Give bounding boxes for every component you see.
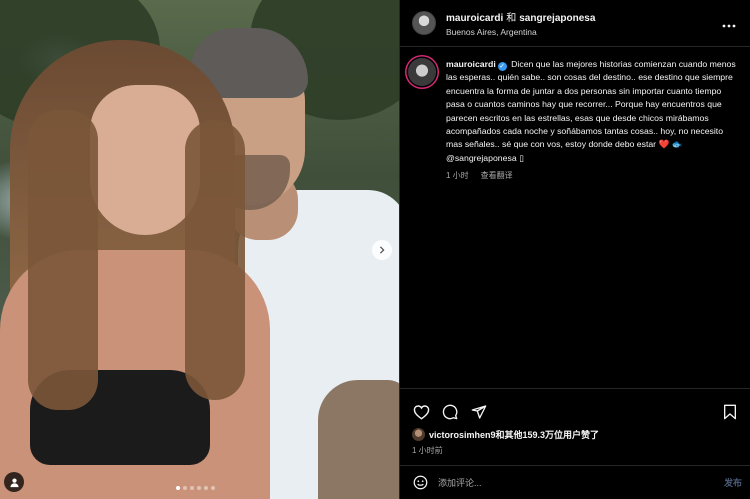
carousel-dot bbox=[204, 486, 208, 490]
post-timestamp[interactable]: 1 小时前 bbox=[412, 445, 443, 456]
verified-badge-icon: ✓ bbox=[497, 62, 507, 71]
collaborator-username[interactable]: sangrejaponesa bbox=[519, 13, 595, 24]
likes-summary[interactable]: victorosimhen9 和其他159.3万位用户赞了 bbox=[412, 428, 599, 441]
post-caption: mauroicardi ✓ Dicen que las mejores histo… bbox=[400, 47, 750, 181]
see-translation-link[interactable]: 查看翻译 bbox=[481, 170, 513, 181]
likes-count-text[interactable]: 和其他159.3万位用户赞了 bbox=[496, 428, 600, 441]
header-names: mauroicardi 和 sangrejaponesa bbox=[446, 9, 722, 24]
user-tag-icon bbox=[9, 478, 19, 487]
post-actions-bar bbox=[400, 388, 750, 424]
photo-woman-hair-strand bbox=[185, 120, 245, 400]
bookmark-icon bbox=[724, 404, 736, 420]
caption-text-block: mauroicardi ✓ Dicen que las mejores histo… bbox=[446, 58, 738, 165]
post-location[interactable]: Buenos Aires, Argentina bbox=[446, 27, 722, 37]
caption-time: 1 小时 bbox=[446, 171, 469, 181]
like-button[interactable] bbox=[412, 403, 430, 421]
carousel-dot bbox=[197, 486, 201, 490]
photo-man-arm bbox=[318, 380, 399, 499]
caption-avatar[interactable] bbox=[408, 58, 436, 86]
chevron-right-icon bbox=[379, 246, 385, 254]
photo-woman-hair-strand bbox=[28, 110, 98, 410]
share-icon bbox=[471, 405, 487, 419]
photo-woman-face bbox=[90, 85, 200, 235]
caption-mention-suffix: ▯ bbox=[516, 152, 524, 163]
more-horizontal-icon bbox=[722, 24, 736, 28]
caption-username[interactable]: mauroicardi bbox=[446, 59, 496, 69]
post-photo[interactable] bbox=[0, 0, 399, 499]
heart-icon bbox=[413, 405, 429, 420]
carousel-dot bbox=[176, 486, 180, 490]
user-tag-button[interactable] bbox=[4, 472, 24, 492]
carousel-indicator bbox=[176, 486, 215, 490]
caption-body: mauroicardi ✓ Dicen que las mejores histo… bbox=[446, 58, 738, 181]
post-info-panel: mauroicardi 和 sangrejaponesa Buenos Aires,… bbox=[399, 0, 750, 499]
caption-meta: 1 小时 查看翻译 bbox=[446, 170, 738, 181]
header-conjunction: 和 bbox=[506, 13, 517, 24]
carousel-dot bbox=[190, 486, 194, 490]
post-comment-button[interactable]: 发布 bbox=[724, 476, 742, 489]
liker-username[interactable]: victorosimhen9 bbox=[429, 430, 496, 440]
save-button[interactable] bbox=[721, 403, 739, 421]
caption-text: Dicen que las mejores historias comienza… bbox=[446, 59, 736, 150]
emoji-icon bbox=[413, 475, 427, 490]
share-button[interactable] bbox=[470, 403, 488, 421]
comment-button[interactable] bbox=[441, 403, 459, 421]
carousel-dot bbox=[211, 486, 215, 490]
comment-icon bbox=[442, 404, 458, 420]
comment-input[interactable] bbox=[438, 477, 724, 488]
comment-bar: 发布 bbox=[400, 465, 750, 499]
more-options-button[interactable] bbox=[722, 15, 736, 31]
author-avatar[interactable] bbox=[412, 11, 436, 35]
post-header: mauroicardi 和 sangrejaponesa Buenos Aires,… bbox=[400, 0, 750, 47]
carousel-next-button[interactable] bbox=[372, 240, 392, 260]
liker-avatar[interactable] bbox=[412, 428, 425, 441]
emoji-button[interactable] bbox=[412, 475, 428, 491]
caption-mention[interactable]: @sangrejaponesa bbox=[446, 153, 517, 163]
author-username[interactable]: mauroicardi bbox=[446, 13, 503, 24]
carousel-dot bbox=[183, 486, 187, 490]
header-text: mauroicardi 和 sangrejaponesa Buenos Aires,… bbox=[446, 9, 722, 37]
